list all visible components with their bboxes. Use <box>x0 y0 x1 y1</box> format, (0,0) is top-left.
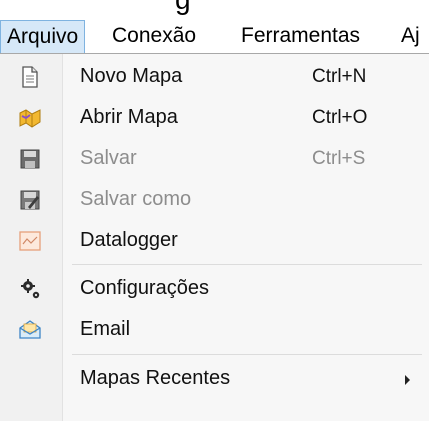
menu-item-label: Configurações <box>80 277 209 299</box>
menu-item-salvar-como[interactable]: Salvar como <box>0 179 429 220</box>
menu-separator <box>72 264 422 265</box>
menu-item-salvar[interactable]: Salvar Ctrl+S <box>0 138 429 179</box>
menu-conexao[interactable]: Conexão <box>105 20 203 53</box>
menu-item-datalogger[interactable]: Datalogger <box>0 220 429 261</box>
menu-item-novo-mapa[interactable]: Novo Mapa Ctrl+N <box>0 56 429 97</box>
shortcut-label: Ctrl+S <box>312 148 366 169</box>
app-window: g Arquivo Conexão Ferramentas Aj Novo Ma… <box>0 0 429 421</box>
window-title-fragment: g <box>175 0 191 14</box>
menu-item-label: Datalogger <box>80 229 178 251</box>
open-folder-icon <box>18 106 42 130</box>
menu-item-abrir-mapa[interactable]: Abrir Mapa Ctrl+O <box>0 97 429 138</box>
save-as-icon <box>18 188 42 212</box>
menu-item-label: Salvar como <box>80 188 192 210</box>
settings-gears-icon <box>18 277 42 301</box>
menu-item-configuracoes[interactable]: Configurações <box>0 268 429 309</box>
shortcut-label: Ctrl+O <box>312 107 368 128</box>
menu-item-label: Salvar <box>80 147 137 169</box>
menu-arquivo[interactable]: Arquivo <box>0 20 86 53</box>
menu-item-email[interactable]: Email <box>0 309 429 350</box>
menu-item-mapas-recentes[interactable]: Mapas Recentes <box>0 358 429 399</box>
datalogger-chart-icon <box>18 229 42 253</box>
submenu-arrow-icon <box>405 375 410 385</box>
menu-item-label: Mapas Recentes <box>80 367 231 389</box>
menu-ajuda-partial[interactable]: Aj <box>394 20 427 53</box>
arquivo-dropdown-menu: Novo Mapa Ctrl+N Abrir Mapa Ctrl+O Salva… <box>0 53 429 421</box>
menu-item-label: Email <box>80 318 131 340</box>
email-envelope-icon <box>18 318 42 342</box>
menu-item-label: Abrir Mapa <box>80 106 178 128</box>
menu-separator <box>72 354 422 355</box>
new-document-icon <box>18 65 42 89</box>
menu-ferramentas[interactable]: Ferramentas <box>234 20 367 53</box>
menu-bar: Arquivo Conexão Ferramentas Aj <box>0 20 429 53</box>
shortcut-label: Ctrl+N <box>312 66 367 87</box>
menu-item-label: Novo Mapa <box>80 65 183 87</box>
save-icon <box>18 147 42 171</box>
